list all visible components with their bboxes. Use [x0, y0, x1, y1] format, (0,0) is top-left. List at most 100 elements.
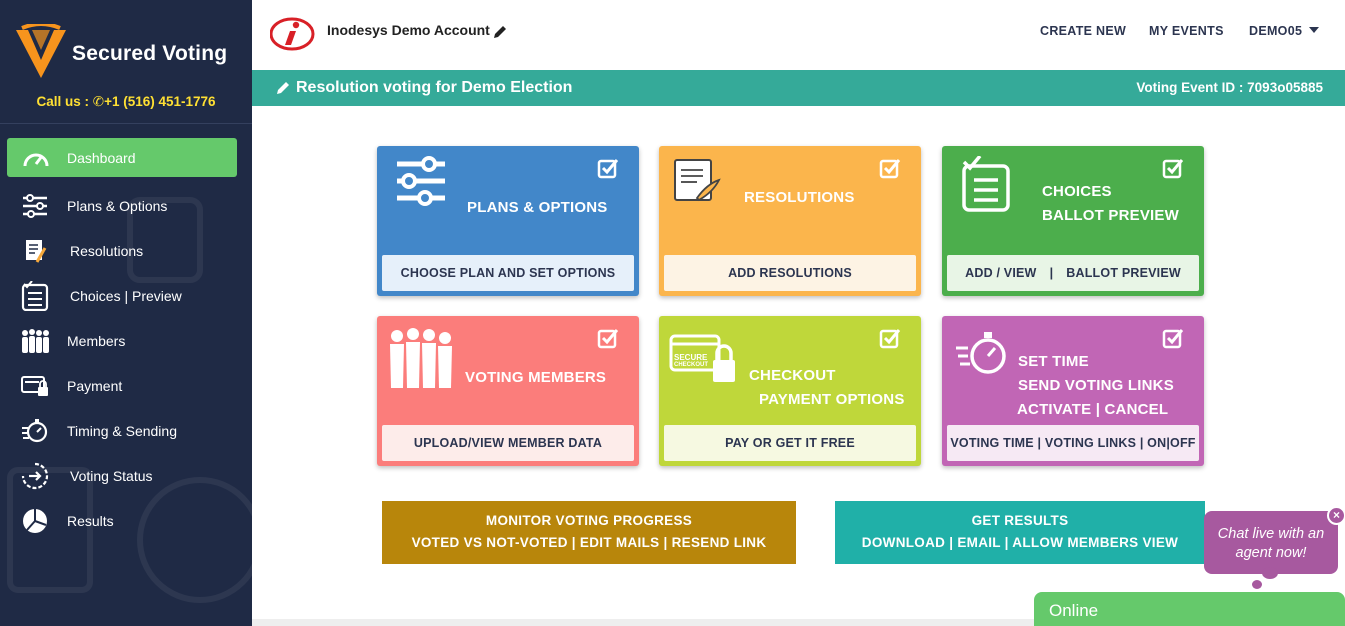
checkbox-checked-icon [597, 159, 619, 179]
voting-members-card[interactable]: VOTING MEMBERS UPLOAD/VIEW MEMBER DATA [377, 316, 639, 466]
checkout-label: CHECKOUT [674, 362, 708, 368]
event-title-bar: Resolution voting for Demo Election Voti… [252, 70, 1345, 106]
user-name: DEMO05 [1249, 24, 1303, 38]
pencil-icon [277, 82, 289, 94]
checkbox-checked-icon [597, 329, 619, 349]
plans-options-card[interactable]: PLANS & OPTIONS CHOOSE PLAN AND SET OPTI… [377, 146, 639, 296]
card-title: RESOLUTIONS [744, 189, 855, 206]
pay-or-free-button[interactable]: PAY OR GET IT FREE [664, 425, 916, 461]
button-separator: | [1049, 266, 1054, 280]
chevron-down-icon [1309, 27, 1320, 33]
call-us-label: Call us : [36, 94, 89, 109]
account-logo-icon [270, 17, 315, 51]
chat-bubble-line-2: agent now! [1235, 545, 1307, 561]
sidebar-item-choices[interactable]: Choices | Preview [0, 273, 252, 318]
voting-event-id: Voting Event ID : 7093o05885 [1136, 80, 1323, 95]
chat-bubble-tail [1252, 580, 1262, 589]
secured-voting-logo-icon [16, 24, 66, 78]
add-view-button[interactable]: ADD / VIEW [965, 266, 1036, 280]
stopwatch-icon [20, 416, 50, 446]
card-title-line-2: SEND VOTING LINKS [1018, 377, 1174, 394]
sidebar-item-label: Voting Status [70, 467, 153, 484]
checkbox-checked-icon [1162, 159, 1184, 179]
gauge-icon [21, 143, 51, 173]
people-icon [20, 326, 50, 356]
create-new-link[interactable]: CREATE NEW [1040, 24, 1126, 38]
stopwatch-icon [956, 332, 1006, 374]
checkbox-checked-icon [879, 159, 901, 179]
sidebar-item-members[interactable]: Members [0, 318, 252, 363]
choose-plan-button[interactable]: CHOOSE PLAN AND SET OPTIONS [382, 255, 634, 291]
chat-status: Online [1049, 601, 1099, 620]
get-results-button[interactable]: GET RESULTS DOWNLOAD | EMAIL | ALLOW MEM… [835, 501, 1205, 564]
sidebar: Secured Voting Call us : ✆+1 (516) 451-1… [0, 0, 252, 626]
card-title: VOTING MEMBERS [465, 369, 607, 386]
sidebar-item-plans[interactable]: Plans & Options [0, 183, 252, 228]
sidebar-item-timing[interactable]: Timing & Sending [0, 408, 252, 453]
pie-icon [20, 506, 50, 536]
event-title: Resolution voting for Demo Election [296, 79, 573, 96]
close-icon[interactable]: × [1327, 506, 1345, 525]
sidebar-item-label: Resolutions [70, 242, 144, 259]
sidebar-item-label: Members [67, 332, 126, 349]
sidebar-item-label: Results [67, 512, 114, 529]
call-us: Call us : ✆+1 (516) 451-1776 [0, 94, 252, 110]
user-menu[interactable]: DEMO05 [1249, 24, 1320, 38]
chat-bubble[interactable]: Chat live with an agent now! [1204, 511, 1338, 574]
sidebar-item-label: Plans & Options [67, 197, 168, 214]
sliders-icon [20, 191, 50, 221]
card-title-line-2: PAYMENT OPTIONS [759, 391, 905, 408]
monitor-progress-title: MONITOR VOTING PROGRESS [485, 513, 693, 528]
checkout-card[interactable]: SECURE CHECKOUT CHECKOUT PAYMENT OPTIONS… [659, 316, 921, 466]
get-results-title: GET RESULTS [971, 513, 1069, 528]
my-events-link[interactable]: MY EVENTS [1149, 24, 1224, 38]
footer-strip [252, 619, 1034, 626]
voting-time-button[interactable]: VOTING TIME | VOTING LINKS | ON|OFF [947, 425, 1199, 461]
checklist-icon [962, 156, 1010, 212]
monitor-progress-button[interactable]: MONITOR VOTING PROGRESS VOTED VS NOT-VOT… [382, 501, 796, 564]
resolutions-card[interactable]: RESOLUTIONS ADD RESOLUTIONS [659, 146, 921, 296]
sidebar-item-resolutions[interactable]: Resolutions [0, 228, 252, 273]
scroll-icon [674, 159, 721, 202]
sidebar-item-dashboard[interactable]: Dashboard [7, 138, 237, 177]
brand[interactable]: Secured Voting [14, 24, 227, 80]
secure-label: SECURE [674, 353, 708, 362]
phone-number[interactable]: +1 (516) 451-1776 [104, 94, 215, 109]
get-results-subtitle: DOWNLOAD | EMAIL | ALLOW MEMBERS VIEW [861, 535, 1179, 550]
chat-bubble-tail [1262, 567, 1278, 579]
timing-card[interactable]: SET TIME SEND VOTING LINKS ACTIVATE | CA… [942, 316, 1204, 466]
account-name: Inodesys Demo Account [327, 22, 490, 38]
monitor-progress-subtitle: VOTED VS NOT-VOTED | EDIT MAILS | RESEND… [411, 535, 767, 550]
scroll-icon [20, 236, 50, 266]
chat-bubble-line-1: Chat live with an [1217, 526, 1325, 542]
choices-button-bar: ADD / VIEW | BALLOT PREVIEW [947, 255, 1199, 291]
phone-icon: ✆ [92, 94, 105, 109]
card-title-line-1: CHECKOUT [749, 367, 836, 384]
card-title-line-3: ACTIVATE | CANCEL [1017, 401, 1169, 418]
sliders-icon [397, 156, 445, 206]
checkbox-checked-icon [1162, 329, 1184, 349]
people-icon [390, 328, 452, 388]
card-title-line-2: BALLOT PREVIEW [1042, 207, 1179, 224]
chat-online-bar[interactable]: Online [1034, 592, 1345, 626]
sidebar-nav: Dashboard Plans & Options Resolutions Ch… [0, 138, 252, 543]
sidebar-item-label: Choices | Preview [70, 287, 182, 304]
card-title: PLANS & OPTIONS [467, 199, 608, 216]
sidebar-item-results[interactable]: Results [0, 498, 252, 543]
sidebar-item-payment[interactable]: Payment [0, 363, 252, 408]
checklist-icon [20, 280, 50, 311]
sidebar-item-label: Timing & Sending [67, 422, 177, 439]
header: Inodesys Demo Account CREATE NEW MY EVEN… [252, 0, 1345, 70]
sidebar-item-label: Payment [67, 377, 123, 394]
sidebar-item-voting-status[interactable]: Voting Status [0, 453, 252, 498]
edit-account-icon[interactable] [493, 25, 507, 39]
checkbox-checked-icon [879, 329, 901, 349]
status-icon [20, 461, 50, 491]
payment-icon [20, 371, 50, 401]
card-title-line-1: CHOICES [1042, 183, 1112, 200]
ballot-preview-button[interactable]: BALLOT PREVIEW [1066, 266, 1181, 280]
add-resolutions-button[interactable]: ADD RESOLUTIONS [664, 255, 916, 291]
card-title-line-1: SET TIME [1018, 353, 1089, 370]
upload-members-button[interactable]: UPLOAD/VIEW MEMBER DATA [382, 425, 634, 461]
choices-card[interactable]: CHOICES BALLOT PREVIEW ADD / VIEW | BALL… [942, 146, 1204, 296]
